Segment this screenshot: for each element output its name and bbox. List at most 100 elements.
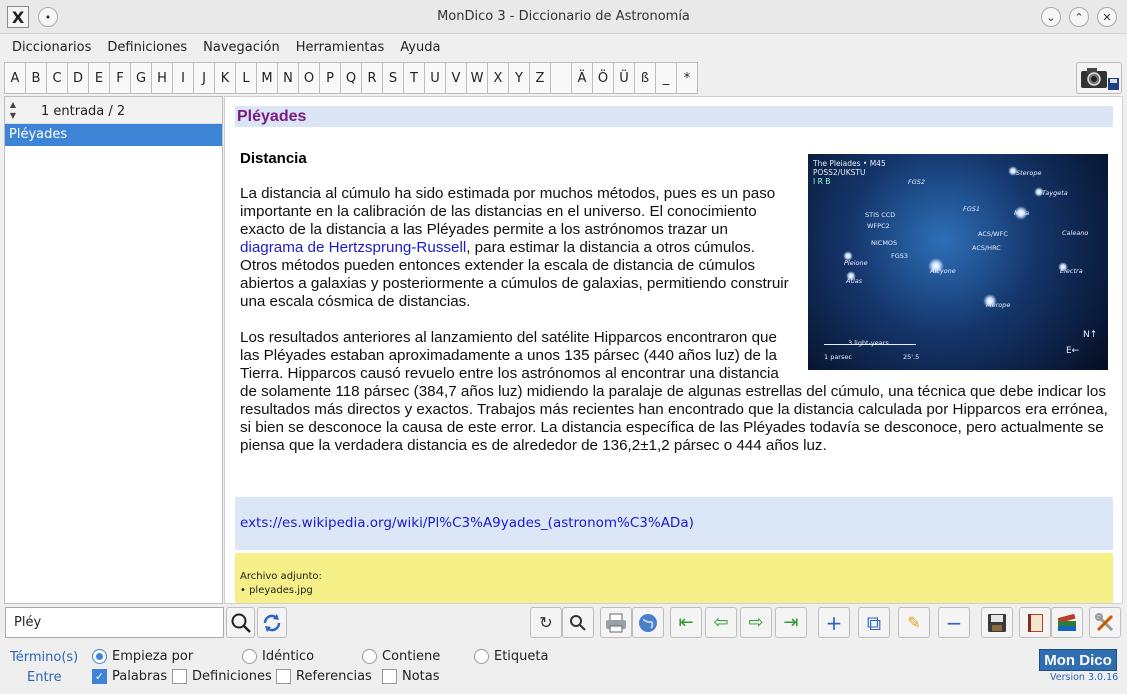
letter-button[interactable]: O [298,62,320,94]
letter-button[interactable]: E [88,62,110,94]
copy-plus-icon: ⧉ [866,610,882,635]
dictionary-button[interactable] [1019,607,1051,638]
check-notas[interactable]: Notas [382,669,440,684]
check-palabras[interactable]: ✓ Palabras [92,669,167,684]
menu-definiciones[interactable]: Definiciones [99,40,195,55]
edit-entry-button[interactable]: ✎ [898,607,930,638]
attachment-file[interactable]: • pleyades.jpg [240,585,313,596]
alphabet-bar: A B C D E F G H I J K L M N O P Q R S T U V W X Y Z Ä Ö Üß _ * [4,62,698,95]
termino-label: Término(s) [10,650,79,665]
letter-button[interactable]: H [151,62,173,94]
next-entry-button[interactable]: ⇨ [740,607,772,638]
camera-button[interactable] [1076,62,1122,94]
radio-empieza-por[interactable]: Empieza por [92,649,193,664]
spin-arrows-icon[interactable]: ▲ ▼ [7,99,19,121]
letter-button[interactable]: G [130,62,152,94]
letter-button[interactable]: J [193,62,215,94]
menu-bar: Diccionarios Definiciones Navegación Her… [0,34,1127,60]
radio-contiene[interactable]: Contiene [362,649,440,664]
letter-button[interactable]: D [67,62,89,94]
duplicate-entry-button[interactable]: ⧉ [858,607,890,638]
radio-etiqueta[interactable]: Etiqueta [474,649,548,664]
floppy-icon [988,613,1006,632]
letter-button[interactable]: N [277,62,299,94]
title-bar: X • MonDico 3 - Diccionario de Astronomí… [0,0,1127,34]
previous-entry-button[interactable]: ⇦ [705,607,737,638]
list-item[interactable]: Pléyades [5,124,222,146]
letter-button[interactable]: K [214,62,236,94]
letter-button[interactable]: F [109,62,131,94]
letter-button[interactable]: _ [655,62,677,94]
pleiades-image[interactable]: The Pleiades • M45 POSS2/UKSTU I R B Ste… [808,154,1108,370]
entry-count: 1 entrada / 2 [41,104,126,119]
letter-button[interactable]: V [445,62,467,94]
find-button[interactable] [562,607,594,638]
menu-ayuda[interactable]: Ayuda [392,40,448,55]
minus-icon: − [945,610,963,635]
checkbox-icon[interactable] [382,669,397,684]
letter-button[interactable]: A [4,62,26,94]
check-definiciones[interactable]: Definiciones [172,669,272,684]
letter-button[interactable]: X [487,62,509,94]
tools-button[interactable] [1089,607,1121,638]
library-button[interactable] [1051,607,1083,638]
letter-button[interactable]: Q [340,62,362,94]
letter-button[interactable]: Ü [613,62,635,94]
sync-button[interactable] [257,607,287,638]
article-body: The Pleiades • M45 POSS2/UKSTU I R B Ste… [240,154,1108,473]
refresh-button[interactable]: ↻ [530,607,562,638]
books-icon [1057,613,1076,631]
delete-entry-button[interactable]: − [938,607,970,638]
radio-identico[interactable]: Idéntico [242,649,314,664]
letter-button[interactable]: ß [634,62,656,94]
letter-button[interactable]: I [172,62,194,94]
globe-icon [639,613,657,632]
radio-dot-icon[interactable] [362,649,377,664]
maximize-button[interactable]: ⌃ [1069,7,1089,27]
checkmark-icon[interactable]: ✓ [92,669,107,684]
radio-dot-icon[interactable] [92,649,107,664]
print-button[interactable] [600,607,632,638]
letter-button[interactable]: Y [508,62,530,94]
letter-button[interactable]: S [382,62,404,94]
letter-spacer [550,62,572,94]
letter-button[interactable]: T [403,62,425,94]
letter-button[interactable]: U [424,62,446,94]
refresh-icon: ↻ [539,613,553,632]
letter-button[interactable]: Ä [571,62,593,94]
entry-list-header: ▲ ▼ 1 entrada / 2 [5,97,222,124]
check-referencias[interactable]: Referencias [276,669,372,684]
hertzsprung-russell-link[interactable]: diagrama de Hertzsprung-Russell [240,239,466,256]
north-arrow-icon: N↑ [1083,330,1098,340]
letter-button[interactable]: L [235,62,257,94]
add-entry-button[interactable]: + [818,607,850,638]
menu-navegacion[interactable]: Navegación [195,40,288,55]
section-title: Distancia [240,150,307,167]
letter-button[interactable]: Z [529,62,551,94]
close-button[interactable]: ✕ [1097,7,1117,27]
radio-dot-icon[interactable] [242,649,257,664]
plus-icon: + [825,610,843,635]
definition-panel: Pléyades Distancia The Pleiades • M45 PO… [224,96,1123,604]
letter-button[interactable]: Ö [592,62,614,94]
letter-button[interactable]: W [466,62,488,94]
menu-herramientas[interactable]: Herramientas [288,40,393,55]
letter-button[interactable]: * [676,62,698,94]
letter-button[interactable]: M [256,62,278,94]
search-input[interactable]: Pléy [5,607,224,638]
checkbox-icon[interactable] [276,669,291,684]
letter-button[interactable]: C [46,62,68,94]
checkbox-icon[interactable] [172,669,187,684]
letter-button[interactable]: R [361,62,383,94]
radio-dot-icon[interactable] [474,649,489,664]
save-button[interactable] [981,607,1013,638]
minimize-button[interactable]: ⌄ [1041,7,1061,27]
menu-diccionarios[interactable]: Diccionarios [4,40,99,55]
letter-button[interactable]: P [319,62,341,94]
first-entry-button[interactable]: ⇤ [670,607,702,638]
wikipedia-link[interactable]: exts://es.wikipedia.org/wiki/Pl%C3%A9yad… [240,515,694,531]
letter-button[interactable]: B [25,62,47,94]
web-button[interactable] [632,607,664,638]
search-button[interactable] [226,607,255,638]
last-entry-button[interactable]: ⇥ [775,607,807,638]
